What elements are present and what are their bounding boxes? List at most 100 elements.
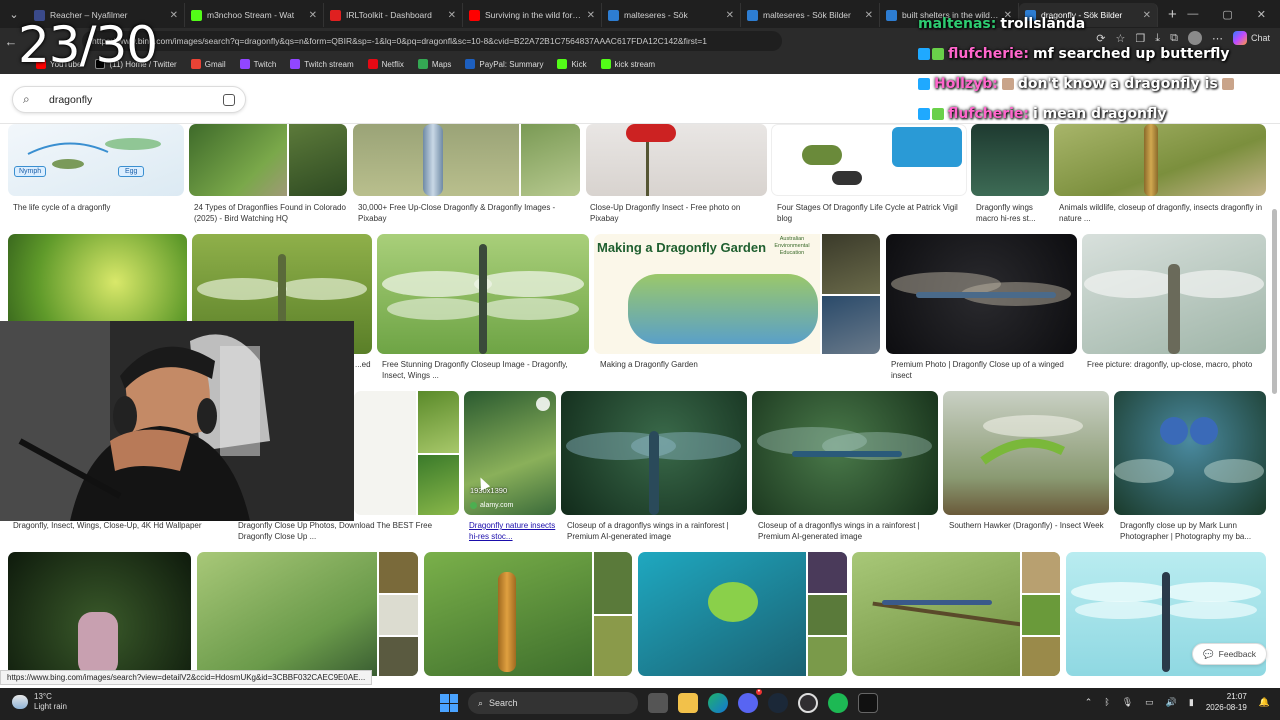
bookmark-kick[interactable]: Kick <box>557 59 587 69</box>
bookmark-gmail[interactable]: Gmail <box>190 59 226 69</box>
result-caption[interactable]: Dragonfly, Insect, Wings, Close-Up, 4K H… <box>13 520 228 531</box>
bluetooth-icon[interactable]: ᛒ <box>1104 697 1109 707</box>
result-caption[interactable]: Free Stunning Dragonfly Closeup Image - … <box>382 359 588 381</box>
copilot-button[interactable]: Chat <box>1232 31 1270 45</box>
result-caption[interactable]: Making a Dragonfly Garden <box>600 359 880 370</box>
image-result[interactable]: Making a Dragonfly Garden Australian Env… <box>594 234 880 354</box>
spotify-icon[interactable] <box>828 693 848 713</box>
search-icon[interactable]: ⌕ <box>23 92 39 107</box>
result-caption[interactable]: Premium Photo | Dragonfly Close up of a … <box>891 359 1076 381</box>
clock[interactable]: 21:07 2026-08-19 <box>1206 691 1247 713</box>
image-result[interactable] <box>189 124 347 196</box>
tab-irltoolkit[interactable]: IRLToolkit - Dashboard ✕ <box>324 3 463 27</box>
image-result[interactable] <box>197 552 418 676</box>
weather-widget[interactable]: 13°C Light rain <box>12 692 67 712</box>
image-result[interactable] <box>354 391 459 515</box>
image-result[interactable] <box>971 124 1049 196</box>
bookmark-netflix[interactable]: Netflix <box>367 59 404 69</box>
collections-icon[interactable]: ❐ <box>1135 32 1145 45</box>
image-result[interactable] <box>424 552 632 676</box>
bookmark-kick-stream[interactable]: kick stream <box>600 59 655 69</box>
terminal-icon[interactable] <box>858 693 878 713</box>
edge-icon[interactable] <box>708 693 728 713</box>
page-scrollbar[interactable] <box>1272 209 1277 394</box>
volume-icon[interactable]: 🔊 <box>1166 697 1177 708</box>
visual-search-icon[interactable] <box>536 397 550 411</box>
feedback-button[interactable]: 💬 Feedback <box>1192 643 1267 665</box>
taskbar-search[interactable]: ⌕ Search <box>468 692 638 714</box>
steam-icon[interactable] <box>768 693 788 713</box>
tab-m3nchoo[interactable]: m3nchoo Stream - Wat ✕ <box>185 3 324 27</box>
minimize-icon[interactable]: — <box>1187 8 1198 20</box>
visual-search-icon[interactable] <box>223 93 235 106</box>
search-input[interactable]: dragonfly <box>49 94 223 106</box>
image-source[interactable]: alamy.com <box>470 502 513 509</box>
result-caption[interactable]: Free picture: dragonfly, up-close, macro… <box>1087 359 1265 370</box>
close-icon[interactable]: ✕ <box>587 10 595 21</box>
close-icon[interactable]: ✕ <box>448 10 456 21</box>
result-caption[interactable]: Dragonfly close up by Mark Lunn Photogra… <box>1120 520 1266 542</box>
discord-icon[interactable]: • <box>738 689 762 713</box>
result-caption[interactable]: 30,000+ Free Up-Close Dragonfly & Dragon… <box>358 202 580 224</box>
image-result[interactable] <box>377 234 589 354</box>
image-result[interactable] <box>561 391 747 515</box>
tab-youtube[interactable]: Surviving in the wild for 24 h ✕ <box>463 3 602 27</box>
result-caption[interactable]: Four Stages Of Dragonfly Life Cycle at P… <box>777 202 967 224</box>
more-icon[interactable]: ⋯ <box>1212 32 1223 45</box>
close-icon[interactable]: ✕ <box>1143 10 1151 21</box>
obs-icon[interactable] <box>798 693 818 713</box>
close-icon[interactable]: ✕ <box>726 10 734 21</box>
image-result[interactable] <box>353 124 580 196</box>
result-caption-hovered[interactable]: Dragonfly nature insects hi-res stoc... <box>469 520 557 542</box>
image-result[interactable] <box>752 391 938 515</box>
bookmark-paypal[interactable]: PayPal: Summary <box>465 59 543 69</box>
microphone-icon[interactable]: 🎙 <box>1122 697 1133 708</box>
tab-malteseres-sok[interactable]: malteseres - Sök ✕ <box>602 3 741 27</box>
result-caption[interactable]: ...ed <box>355 359 375 370</box>
maximize-icon[interactable]: ▢ <box>1222 8 1232 21</box>
bookmark-twitch-stream[interactable]: Twitch stream <box>290 59 354 69</box>
battery-icon[interactable]: ▮ <box>1189 697 1194 708</box>
image-result[interactable] <box>1114 391 1266 515</box>
image-result[interactable]: Nymph Egg <box>8 124 184 196</box>
image-result[interactable] <box>852 552 1060 676</box>
chevron-up-icon[interactable]: ⌃ <box>1085 697 1093 708</box>
tab-malteseres-bilder[interactable]: malteseres - Sök Bilder ✕ <box>741 3 880 27</box>
image-result[interactable] <box>1054 124 1266 196</box>
reload-icon[interactable]: ⟳ <box>1096 32 1105 45</box>
image-result[interactable] <box>886 234 1077 354</box>
network-icon[interactable]: ▭ <box>1145 697 1154 708</box>
image-result[interactable] <box>1082 234 1266 354</box>
close-window-icon[interactable]: ✕ <box>1257 8 1266 21</box>
result-caption[interactable]: Closeup of a dragonflys wings in a rainf… <box>567 520 749 542</box>
result-caption[interactable]: Closeup of a dragonflys wings in a rainf… <box>758 520 940 542</box>
image-result[interactable] <box>8 552 191 676</box>
close-icon[interactable]: ✕ <box>309 10 317 21</box>
favorite-icon[interactable]: ☆ <box>1116 32 1126 45</box>
image-result[interactable] <box>638 552 847 676</box>
new-tab-button[interactable]: + <box>1158 6 1187 23</box>
notification-icon[interactable]: 🔔 <box>1259 697 1270 708</box>
image-result[interactable] <box>943 391 1109 515</box>
download-icon[interactable]: ⤓ <box>1155 32 1160 45</box>
bookmark-maps[interactable]: Maps <box>417 59 451 69</box>
image-result[interactable]: 1930x1390 alamy.com <box>464 391 556 515</box>
close-icon[interactable]: ✕ <box>865 10 873 21</box>
close-icon[interactable]: ✕ <box>170 10 178 21</box>
result-caption[interactable]: Close-Up Dragonfly Insect - Free photo o… <box>590 202 766 224</box>
search-box[interactable]: ⌕ dragonfly <box>12 86 246 113</box>
result-caption[interactable]: The life cycle of a dragonfly <box>13 202 183 213</box>
profile-avatar[interactable] <box>1187 31 1202 45</box>
windows-start-icon[interactable] <box>440 694 458 712</box>
result-caption[interactable]: Animals wildlife, closeup of dragonfly, … <box>1059 202 1267 224</box>
result-caption[interactable]: Southern Hawker (Dragonfly) - Insect Wee… <box>949 520 1109 531</box>
image-result[interactable] <box>771 124 967 196</box>
image-result[interactable] <box>586 124 767 196</box>
extensions-icon[interactable]: ⧉ <box>1170 32 1178 45</box>
address-bar[interactable]: https://www.bing.com/images/search?q=dra… <box>82 31 782 51</box>
bookmark-twitch[interactable]: Twitch <box>239 59 276 69</box>
task-view-icon[interactable] <box>648 693 668 713</box>
result-caption[interactable]: Dragonfly Close Up Photos, Download The … <box>238 520 458 542</box>
result-caption[interactable]: Dragonfly wings macro hi-res st... <box>976 202 1051 224</box>
result-caption[interactable]: 24 Types of Dragonflies Found in Colorad… <box>194 202 349 224</box>
